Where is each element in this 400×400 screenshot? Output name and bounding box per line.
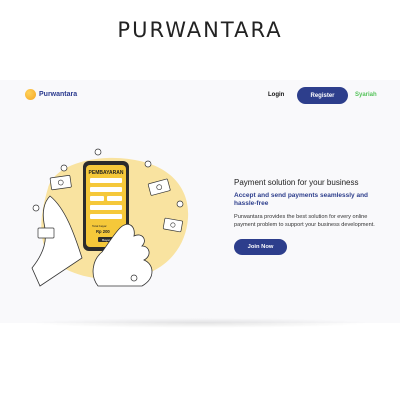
top-navbar: Purwantara Login Register Syariah xyxy=(0,80,400,112)
phone-field-6 xyxy=(90,214,122,219)
payment-illustration: PEMBAYARAN Total bayar Rp 200 Bayar xyxy=(31,148,189,287)
coin-icon xyxy=(176,200,184,208)
coin-icon xyxy=(94,148,102,156)
phone-field-4 xyxy=(107,196,122,201)
login-link[interactable]: Login xyxy=(268,92,284,98)
screen-shadow xyxy=(30,318,370,328)
website-screenshot: Purwantara Login Register Syariah PEMBAY… xyxy=(0,80,400,323)
logo-circle-icon xyxy=(25,89,36,100)
coin-icon xyxy=(144,160,152,168)
page-title: PURWANTARA xyxy=(117,18,283,42)
phone-field-2 xyxy=(90,187,122,192)
logo-text: Purwantara xyxy=(39,91,78,98)
phone-pay-button-label: Bayar xyxy=(102,238,110,242)
brand-logo[interactable]: Purwantara xyxy=(25,89,77,100)
hero-subheadline: Accept and send payments seamlessly and … xyxy=(234,192,369,207)
banknote-icon xyxy=(49,174,72,191)
hero-description: Purwantara provides the best solution fo… xyxy=(234,214,375,228)
phone-field-1 xyxy=(90,178,122,183)
join-now-button[interactable]: Join Now xyxy=(234,239,287,255)
hero-headline: Payment solution for your business xyxy=(234,178,359,187)
syariah-link[interactable]: Syariah xyxy=(355,92,377,98)
phone-field-3 xyxy=(90,196,104,201)
banknote-icon xyxy=(37,227,55,239)
phone-total-label: Total bayar xyxy=(92,224,107,228)
coin-icon xyxy=(32,204,40,212)
phone-header-text: PEMBAYARAN xyxy=(89,170,124,176)
hero-copy: Payment solution for your business Accep… xyxy=(234,178,379,255)
register-button[interactable]: Register xyxy=(297,87,348,104)
coin-icon xyxy=(60,164,68,172)
phone-field-5 xyxy=(90,205,122,210)
coin-icon xyxy=(130,274,138,282)
phone-total-value: Rp 200 xyxy=(96,229,110,234)
